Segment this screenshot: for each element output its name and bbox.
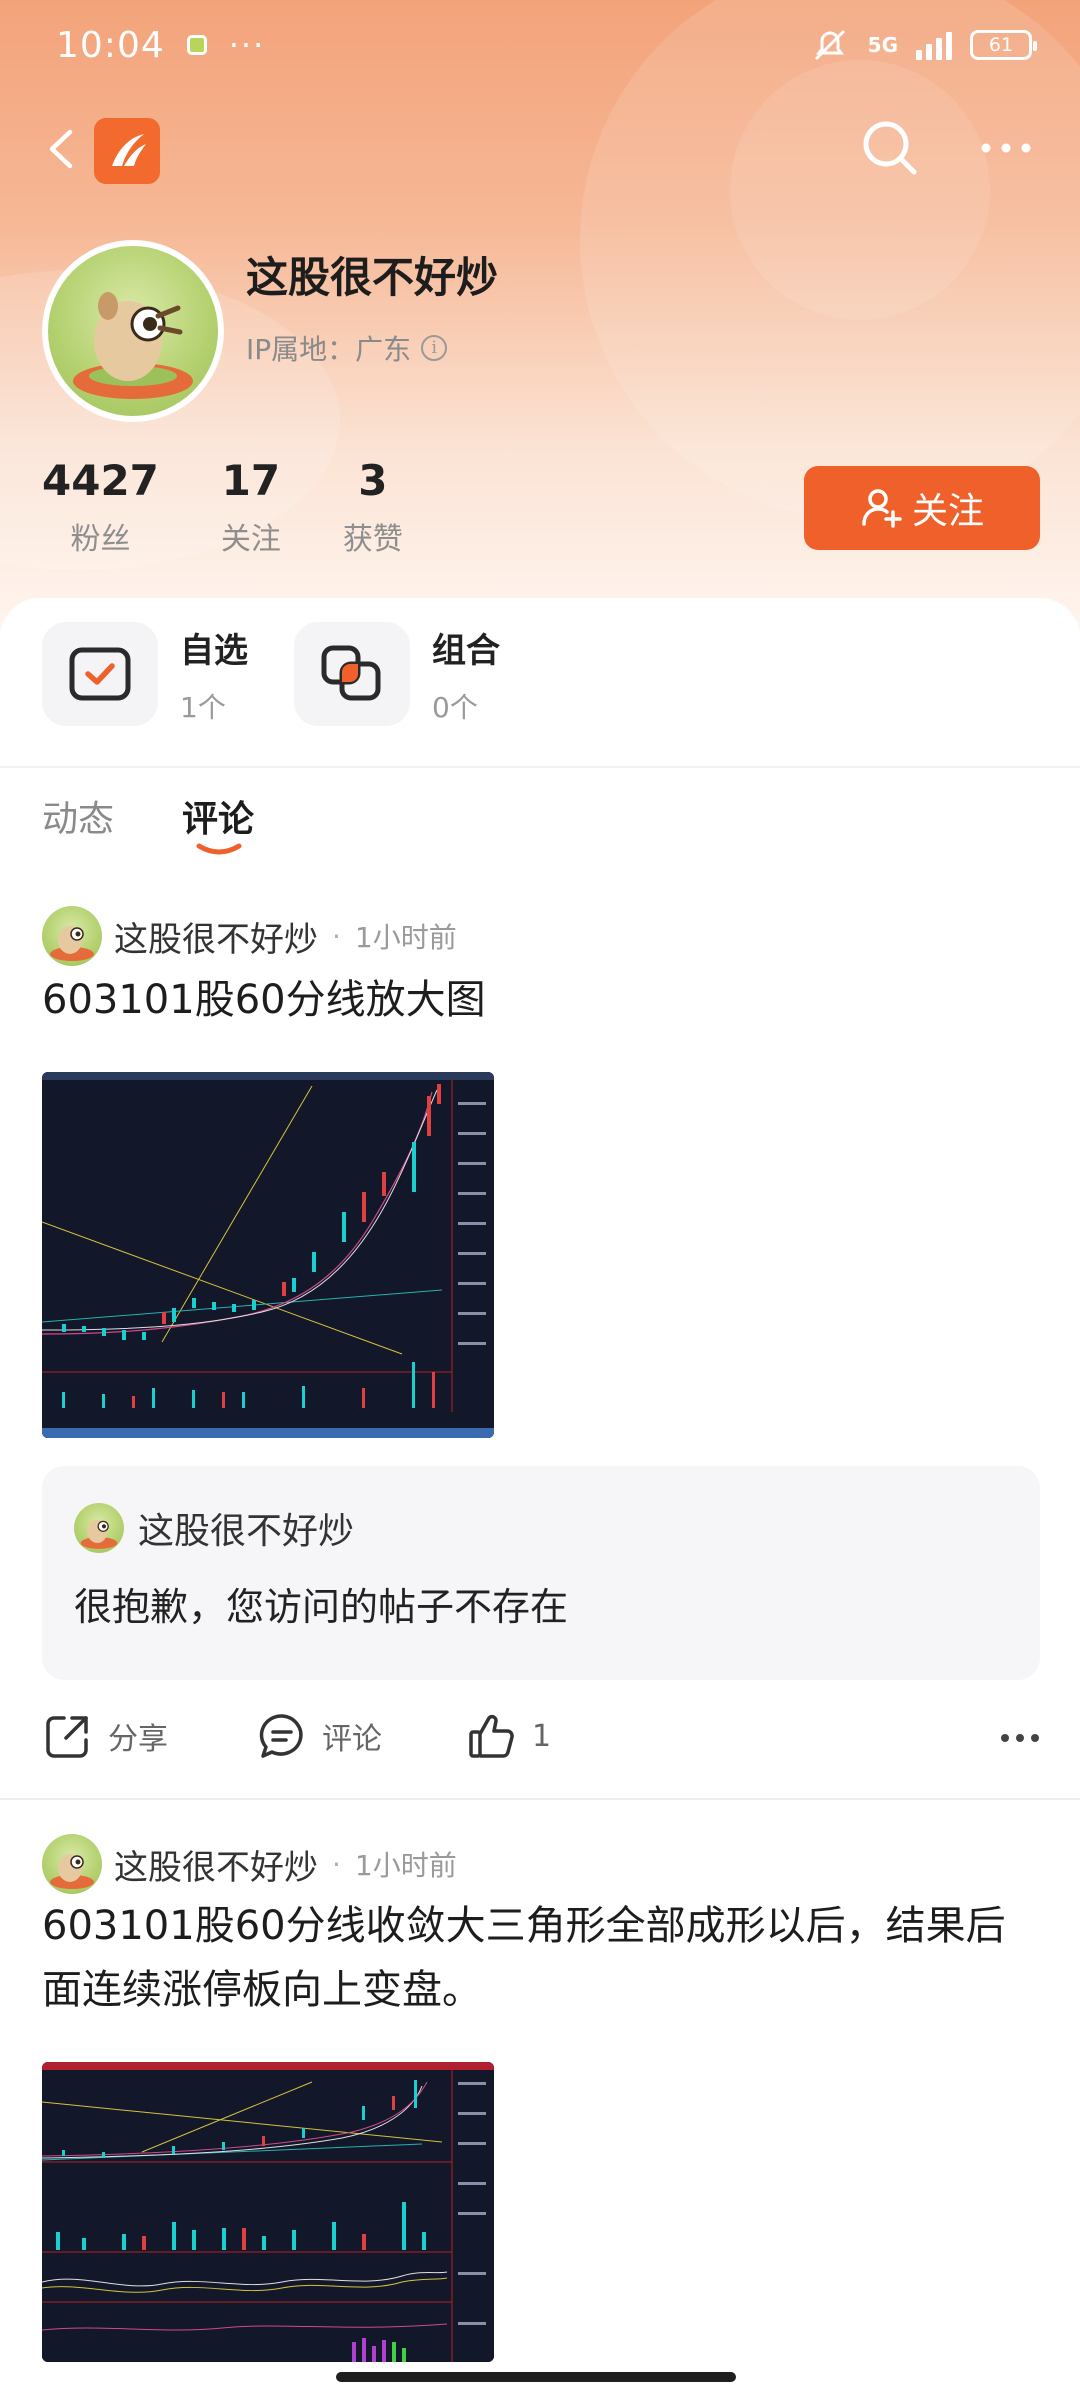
comment-button[interactable]: 评论 — [256, 1710, 382, 1762]
comment-icon — [259, 1714, 303, 1758]
portfolio-icon — [294, 622, 410, 726]
network-type: 5G — [867, 33, 898, 57]
share-label: 分享 — [108, 1722, 168, 1757]
profile-tabs: 动态 评论 — [42, 790, 255, 855]
battery-icon: 61 — [970, 30, 1037, 60]
separator-dot: · — [332, 919, 341, 953]
post-time: 1小时前 — [354, 1849, 457, 1882]
quick-links: 自选 1个 组合 0个 — [42, 622, 518, 726]
follow-button[interactable]: 关注 — [804, 466, 1040, 550]
search-icon[interactable] — [858, 116, 922, 180]
post-author: 这股很不好炒 — [114, 919, 318, 960]
stat-fans[interactable]: 4427 粉丝 — [42, 456, 159, 558]
quick-link-watchlist[interactable]: 自选 1个 — [42, 622, 266, 726]
share-icon — [46, 1716, 88, 1758]
stat-value: 4427 — [42, 456, 159, 505]
tab-label: 动态 — [42, 799, 115, 840]
status-bar: 10:04 ··· 5G 61 — [0, 0, 1080, 90]
profile-stats: 4427 粉丝 17 关注 3 获赞 — [42, 456, 465, 558]
like-button[interactable]: 1 — [466, 1710, 551, 1762]
content-sheet: 自选 1个 组合 0个 动态 评论 这股很不好炒 · 1小时前 603101股6… — [0, 598, 1080, 2400]
stat-label: 获赞 — [342, 522, 403, 558]
add-user-icon — [862, 489, 902, 528]
tab-label: 评论 — [182, 799, 255, 840]
quick-link-count: 1个 — [180, 690, 226, 724]
signal-icon — [916, 30, 952, 60]
profile-name: 这股很不好炒 — [246, 253, 499, 302]
more-icon[interactable] — [978, 130, 1034, 166]
active-tab-indicator — [196, 843, 242, 855]
like-icon — [469, 1714, 514, 1758]
more-icon[interactable] — [1000, 1732, 1040, 1744]
separator-dot: · — [332, 1847, 341, 1881]
post-text[interactable]: 603101股60分线收敛大三角形全部成形以后，结果后面连续涨停板向上变盘。 — [42, 1894, 1022, 2022]
stat-likes: 3 获赞 — [342, 456, 403, 558]
status-time: 10:04 — [56, 24, 165, 66]
post-time: 1小时前 — [354, 921, 457, 954]
ip-location: IP属地：广东 i — [246, 328, 448, 368]
quoted-post-text: 很抱歉，您访问的帖子不存在 — [74, 1585, 569, 1629]
follow-label: 关注 — [911, 491, 984, 532]
app-logo-icon[interactable] — [94, 118, 160, 184]
avatar[interactable] — [42, 1834, 102, 1894]
mute-icon — [814, 29, 845, 61]
post-header[interactable]: 这股很不好炒 · 1小时前 — [42, 1834, 457, 1894]
quoted-post[interactable]: 这股很不好炒 很抱歉，您访问的帖子不存在 — [42, 1466, 1040, 1680]
quoted-post-author: 这股很不好炒 — [138, 1511, 355, 1552]
tab-activity[interactable]: 动态 — [42, 790, 114, 842]
share-button[interactable]: 分享 — [42, 1710, 168, 1762]
post-author: 这股很不好炒 — [114, 1847, 318, 1888]
post-image[interactable] — [42, 2062, 494, 2362]
quick-link-count: 0个 — [432, 690, 478, 724]
avatar — [74, 1503, 124, 1553]
quick-link-title: 组合 — [432, 630, 500, 671]
info-icon[interactable]: i — [421, 335, 448, 361]
watchlist-icon — [42, 622, 158, 726]
stat-value: 3 — [358, 456, 388, 505]
tab-comments[interactable]: 评论 — [182, 790, 255, 855]
stat-label: 粉丝 — [70, 522, 131, 558]
post-text[interactable]: 603101股60分线放大图 — [42, 968, 1042, 1032]
stat-label: 关注 — [220, 522, 281, 558]
post-image[interactable] — [42, 1072, 494, 1438]
ip-location-text: IP属地：广东 — [246, 333, 412, 366]
post-actions: 分享 评论 1 — [42, 1710, 1040, 1780]
profile-avatar[interactable] — [42, 240, 224, 422]
home-indicator[interactable] — [336, 2372, 736, 2382]
back-icon[interactable] — [38, 124, 88, 174]
stat-value: 17 — [221, 456, 281, 505]
quick-link-portfolio[interactable]: 组合 0个 — [294, 622, 518, 726]
avatar[interactable] — [42, 906, 102, 966]
divider — [0, 1798, 1080, 1800]
more-notifications-icon: ··· — [228, 26, 266, 64]
nav-bar — [0, 110, 1080, 190]
quick-link-title: 自选 — [180, 630, 248, 671]
stat-following[interactable]: 17 关注 — [220, 456, 281, 558]
like-count: 1 — [532, 1718, 552, 1754]
quoted-post-header: 这股很不好炒 — [74, 1502, 354, 1554]
comment-label: 评论 — [322, 1722, 382, 1757]
post-header[interactable]: 这股很不好炒 · 1小时前 — [42, 906, 457, 966]
divider — [0, 766, 1080, 768]
notification-icon — [186, 35, 207, 55]
